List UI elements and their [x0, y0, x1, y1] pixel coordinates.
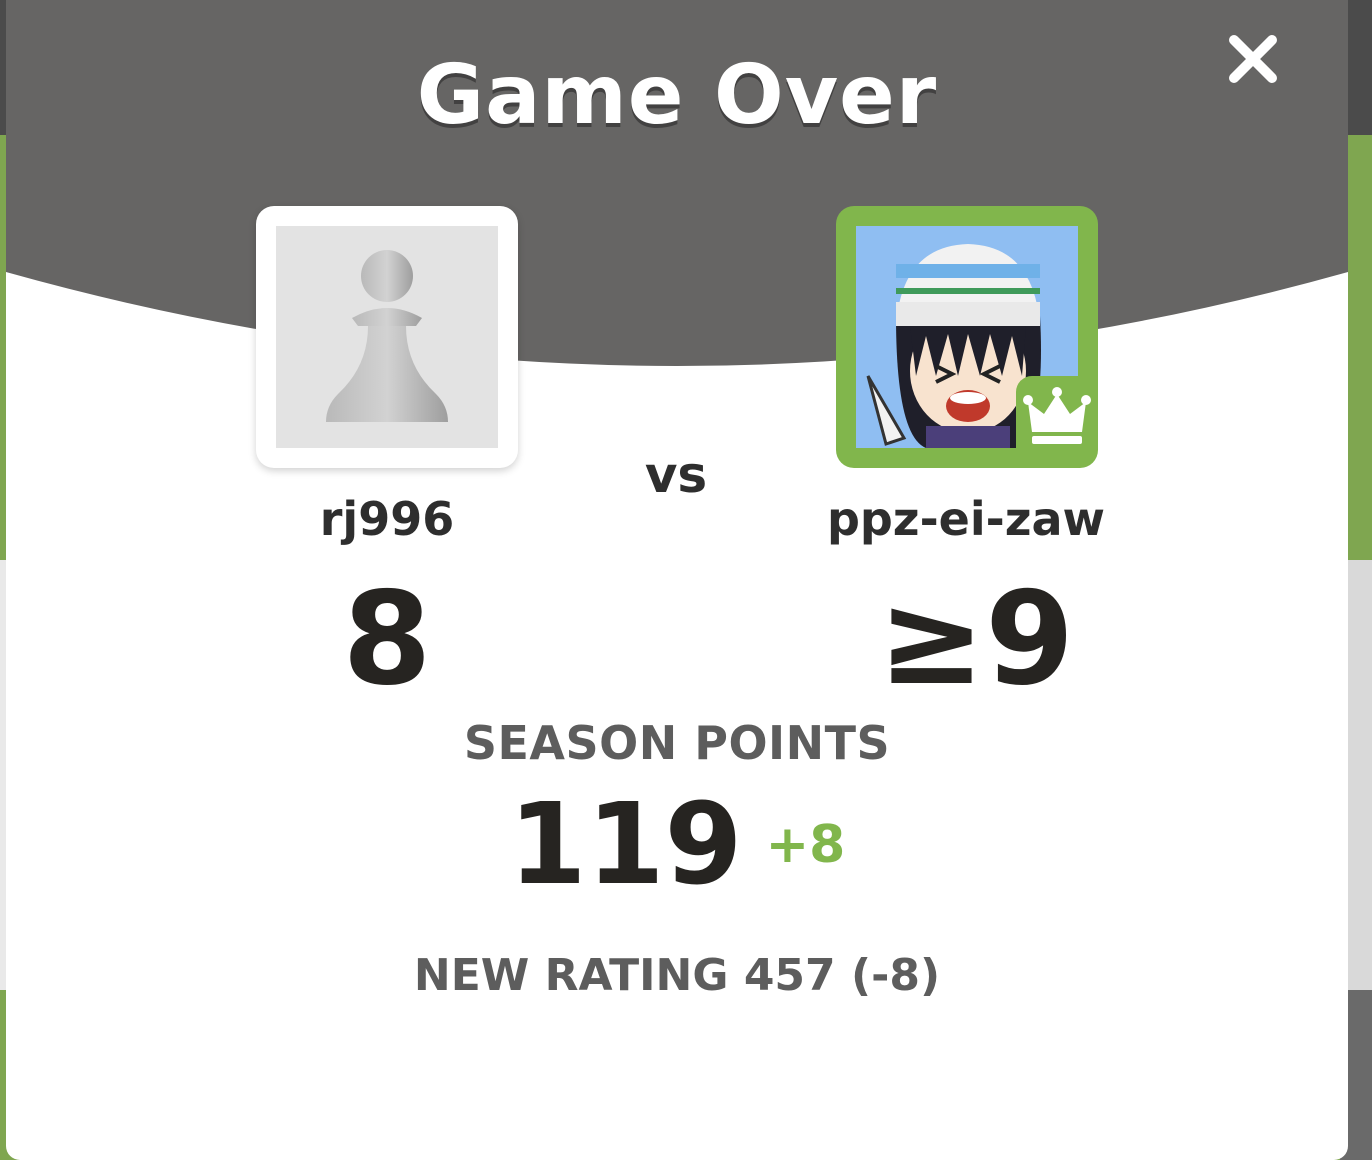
season-points-value: 119 — [508, 780, 743, 910]
crown-icon — [1023, 387, 1091, 444]
player-card-right[interactable] — [836, 206, 1098, 468]
player-username-left[interactable]: rj996 — [256, 492, 518, 546]
game-over-dialog: Game Over rj996 vs ppz-ei-zaw 8 ≥9 SEASO… — [6, 0, 1348, 1160]
avatar-left — [276, 226, 498, 448]
season-points-label: SEASON POINTS — [463, 716, 891, 770]
season-points-delta: +8 — [765, 815, 846, 875]
player-username-right[interactable]: ppz-ei-zaw — [816, 492, 1116, 546]
crown-badge — [1016, 376, 1098, 458]
close-button[interactable] — [1222, 28, 1284, 90]
player-card-left[interactable] — [256, 206, 518, 468]
dialog-title: Game Over — [416, 48, 938, 143]
player-score-right: ≥9 — [877, 565, 1075, 714]
season-points-row: 119 +8 — [6, 780, 1348, 910]
player-score-left: 8 — [342, 565, 432, 714]
new-rating-text: NEW RATING 457 (-8) — [413, 950, 941, 1001]
pawn-icon — [326, 250, 448, 422]
vs-label: vs — [644, 446, 708, 504]
close-icon — [1229, 35, 1277, 83]
